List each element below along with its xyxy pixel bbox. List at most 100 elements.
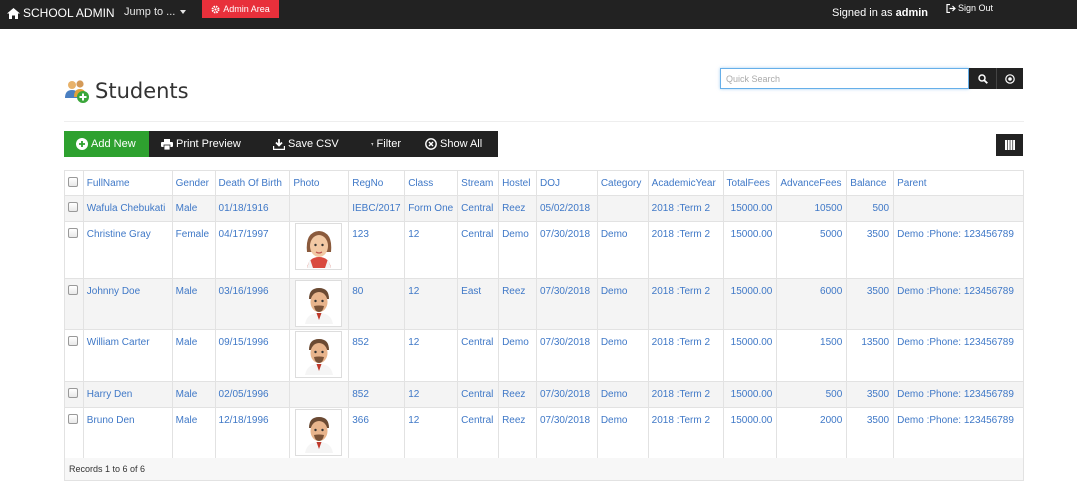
cell-gender: Male: [171, 195, 216, 222]
header-academic-year[interactable]: AcademicYear: [647, 170, 724, 196]
cell-doj: 07/30/2018: [535, 278, 598, 330]
filter-button[interactable]: Filter: [359, 131, 413, 157]
sign-out-icon: [946, 3, 956, 13]
cell-parent[interactable]: Demo :Phone: 123456789: [893, 329, 1024, 382]
cell-name[interactable]: William Carter: [82, 329, 173, 382]
student-photo[interactable]: [295, 409, 343, 456]
row-checkbox[interactable]: [68, 414, 78, 424]
cell-category: [596, 195, 649, 222]
cell-hostel: Demo: [498, 221, 537, 279]
row-select-cell: [64, 221, 84, 279]
row-checkbox[interactable]: [68, 285, 78, 295]
student-photo[interactable]: [295, 223, 343, 270]
brand-link[interactable]: SCHOOL ADMIN: [7, 6, 115, 20]
cell-gender: Male: [171, 329, 216, 382]
show-all-button[interactable]: Show All: [413, 131, 498, 157]
search-icon: [977, 73, 988, 84]
cell-doj: 05/02/2018: [535, 195, 598, 222]
cell-doj: 07/30/2018: [535, 329, 598, 382]
clear-search-button[interactable]: [996, 68, 1023, 89]
male-avatar-icon: [304, 416, 333, 453]
cell-regno: 852: [348, 381, 406, 408]
cell-class: 12: [404, 278, 459, 330]
students-icon: [65, 80, 89, 103]
cell-name[interactable]: Christine Gray: [82, 221, 173, 279]
header-regno[interactable]: RegNo: [348, 170, 406, 196]
cell-total: 15000.00: [722, 329, 778, 382]
cell-category: Demo: [596, 381, 649, 408]
caret-down-icon: [180, 10, 187, 14]
cell-total: 15000.00: [722, 278, 778, 330]
page-header: Students: [64, 78, 189, 104]
student-photo[interactable]: [295, 331, 343, 378]
header-gender[interactable]: Gender: [171, 170, 216, 196]
cell-gender: Female: [171, 221, 216, 279]
search-button[interactable]: [969, 68, 996, 89]
cell-category: Demo: [596, 221, 649, 279]
header-stream[interactable]: Stream: [457, 170, 500, 196]
header-class[interactable]: Class: [404, 170, 459, 196]
header-parent[interactable]: Parent: [893, 170, 1024, 196]
student-photo[interactable]: [295, 280, 343, 327]
brand-label: SCHOOL ADMIN: [23, 6, 115, 20]
cell-dob: 01/18/1916: [214, 195, 291, 222]
cell-parent[interactable]: Demo :Phone: 123456789: [893, 407, 1024, 460]
quick-search-input[interactable]: [720, 68, 969, 89]
cell-class: Form One: [404, 195, 459, 222]
cell-doj: 07/30/2018: [535, 381, 598, 408]
plus-circle-icon: [76, 138, 88, 150]
header-doj[interactable]: DOJ: [535, 170, 598, 196]
jump-to-dropdown[interactable]: Jump to ...: [124, 6, 187, 18]
cell-category: Demo: [596, 278, 649, 330]
save-csv-button[interactable]: Save CSV: [261, 131, 359, 157]
cell-parent[interactable]: Demo :Phone: 123456789: [893, 278, 1024, 330]
header-hostel[interactable]: Hostel: [498, 170, 537, 196]
cell-name[interactable]: Wafula Chebukati: [82, 195, 173, 222]
cell-regno: 80: [348, 278, 406, 330]
row-checkbox[interactable]: [68, 336, 78, 346]
male-avatar-icon: [304, 287, 333, 324]
sign-out-link[interactable]: Sign Out: [946, 3, 993, 13]
cell-advance: 1500: [776, 329, 848, 382]
cell-name[interactable]: Bruno Den: [82, 407, 173, 460]
cell-photo: [289, 221, 350, 279]
cell-parent[interactable]: Demo :Phone: 123456789: [893, 381, 1024, 408]
download-icon: [273, 138, 285, 150]
header-category[interactable]: Category: [596, 170, 649, 196]
cell-stream: Central: [457, 407, 500, 460]
cell-hostel: Reez: [498, 407, 537, 460]
header-balance[interactable]: Balance: [846, 170, 895, 196]
header-photo[interactable]: Photo: [289, 170, 350, 196]
show-all-label: Show All: [440, 138, 483, 150]
cell-parent[interactable]: Demo :Phone: 123456789: [893, 221, 1024, 279]
table-row: Wafula Chebukati Male 01/18/1916 IEBC/2017 F…: [64, 195, 1024, 222]
cell-parent[interactable]: [893, 195, 1024, 222]
row-select-cell: [64, 329, 84, 382]
admin-area-button[interactable]: Admin Area: [202, 0, 279, 18]
row-checkbox[interactable]: [68, 388, 78, 398]
table-body: Wafula Chebukati Male 01/18/1916 IEBC/2017 F…: [64, 195, 1024, 460]
select-all-checkbox[interactable]: [68, 177, 78, 187]
table-row: Harry Den Male 02/05/1996 852 12 Central Reez 0…: [64, 381, 1024, 408]
column-chooser-button[interactable]: [996, 134, 1023, 156]
cell-name[interactable]: Johnny Doe: [82, 278, 173, 330]
filter-label: Filter: [376, 138, 401, 150]
row-checkbox[interactable]: [68, 228, 78, 238]
cell-name[interactable]: Harry Den: [82, 381, 173, 408]
header-advance-fees[interactable]: AdvanceFees: [776, 170, 848, 196]
cell-dob: 02/05/1996: [214, 381, 291, 408]
header-fullname[interactable]: FullName: [82, 170, 173, 196]
cell-doj: 07/30/2018: [535, 221, 598, 279]
print-preview-button[interactable]: Print Preview: [149, 131, 261, 157]
cell-doj: 07/30/2018: [535, 407, 598, 460]
header-dob[interactable]: Death Of Birth: [214, 170, 291, 196]
cell-stream: Central: [457, 221, 500, 279]
top-navbar: SCHOOL ADMIN Jump to ... Admin Area Sign…: [0, 0, 1077, 29]
cell-year: 2018 :Term 2: [647, 278, 724, 330]
add-new-button[interactable]: Add New: [64, 131, 149, 157]
cell-dob: 09/15/1996: [214, 329, 291, 382]
header-total-fees[interactable]: TotalFees: [722, 170, 778, 196]
row-select-cell: [64, 195, 84, 222]
row-checkbox[interactable]: [68, 202, 78, 212]
cell-hostel: Demo: [498, 329, 537, 382]
